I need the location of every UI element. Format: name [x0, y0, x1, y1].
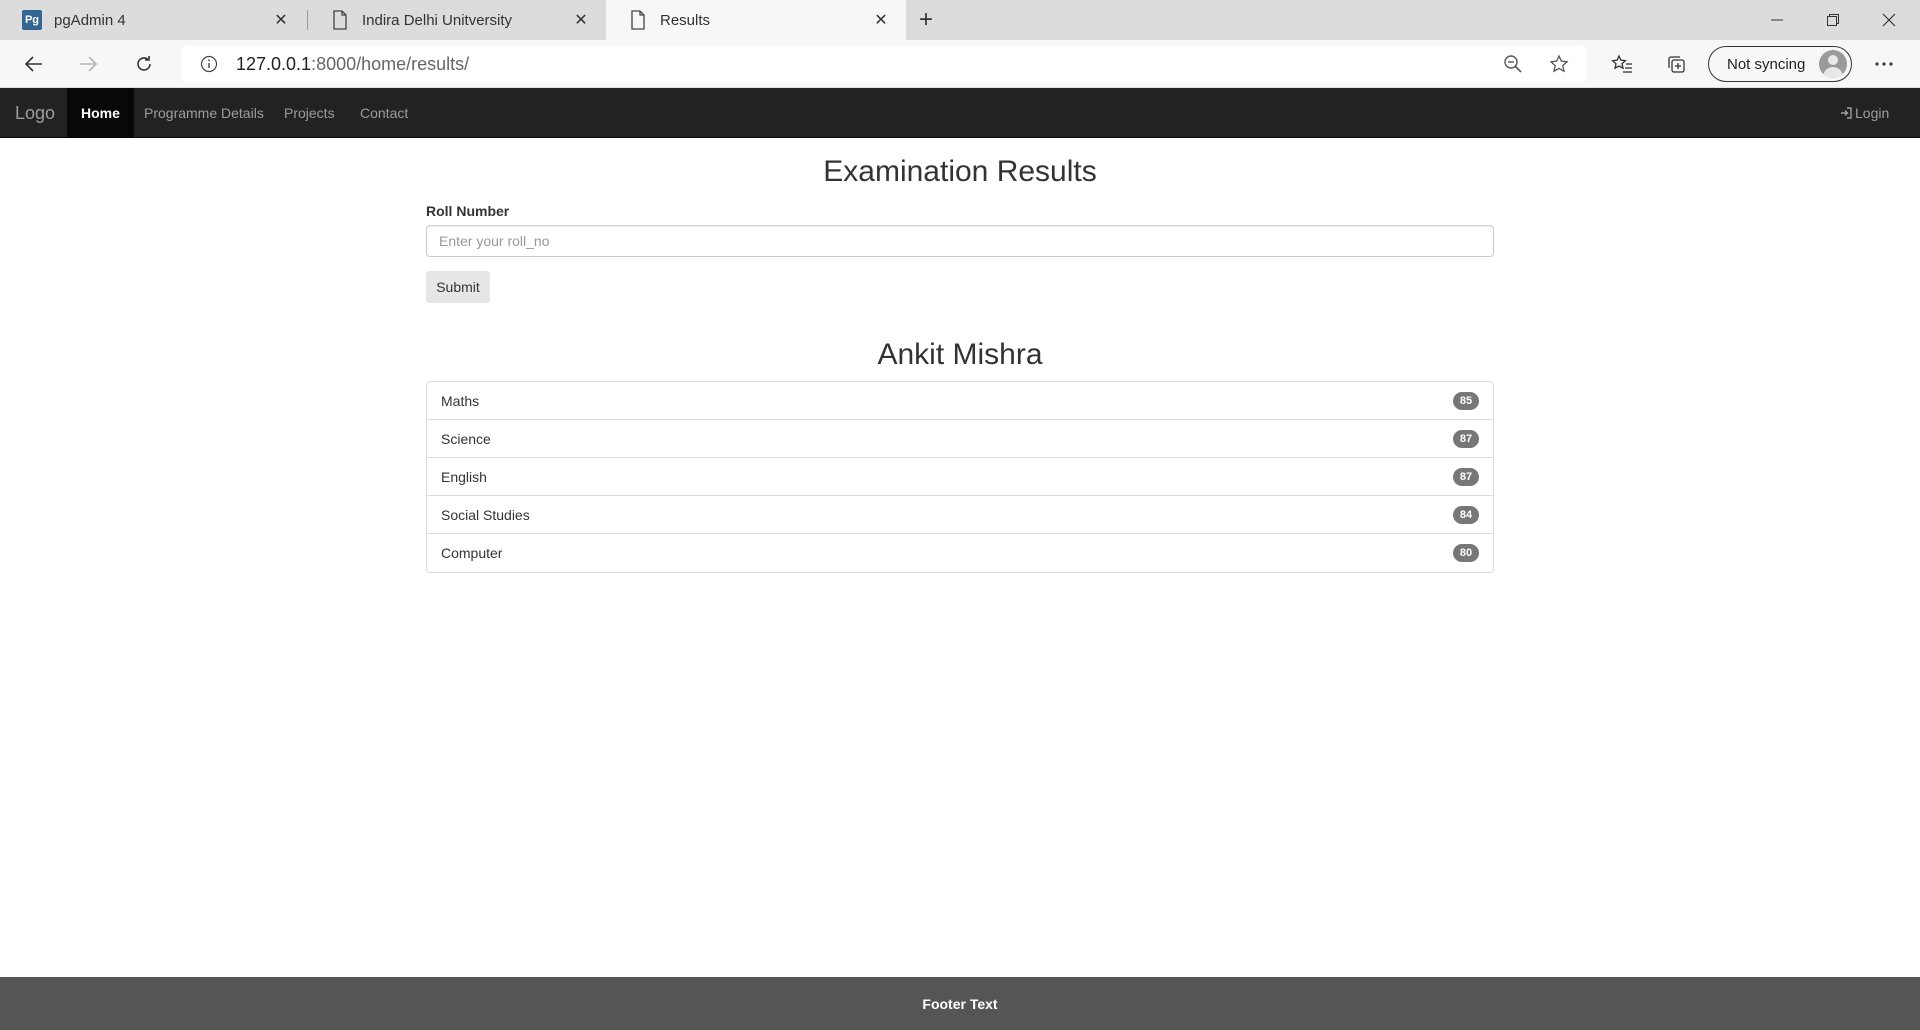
subject-name: English — [441, 468, 487, 485]
tab-title: Results — [660, 11, 711, 29]
zoom-icon[interactable] — [1500, 51, 1526, 77]
nav-programme-details[interactable]: Programme Details — [130, 88, 278, 138]
score-badge: 84 — [1453, 505, 1479, 524]
nav-contact[interactable]: Contact — [346, 88, 422, 138]
url-host: 127.0.0.1 — [236, 53, 312, 74]
subject-name: Maths — [441, 392, 480, 409]
main-container: Examination Results Roll Number Submit A… — [426, 138, 1494, 573]
list-item: Science 87 — [427, 420, 1493, 458]
profile-avatar-icon — [1819, 50, 1847, 78]
browser-tab-results[interactable]: Results ✕ — [606, 0, 906, 40]
list-item: Maths 85 — [427, 382, 1493, 420]
page-title: Examination Results — [823, 155, 1097, 188]
sync-label: Not syncing — [1727, 55, 1806, 73]
list-item: Social Studies 84 — [427, 496, 1493, 534]
score-badge: 87 — [1453, 429, 1479, 448]
nav-projects[interactable]: Projects — [270, 88, 349, 138]
login-icon — [1840, 107, 1852, 119]
minimize-icon[interactable] — [1754, 0, 1800, 40]
list-item: Computer 80 — [427, 534, 1493, 572]
login-link[interactable]: Login — [1840, 88, 1889, 138]
score-badge: 87 — [1453, 467, 1479, 486]
close-window-icon[interactable] — [1866, 0, 1912, 40]
submit-button[interactable]: Submit — [426, 271, 490, 303]
new-tab-icon[interactable]: + — [912, 6, 940, 34]
pgadmin-logo-icon: Pg — [22, 10, 42, 30]
score-badge: 80 — [1453, 544, 1479, 562]
tab-title: pgAdmin 4 — [54, 11, 126, 29]
restore-icon[interactable] — [1810, 0, 1856, 40]
collections-icon[interactable] — [1660, 48, 1692, 80]
page-icon — [628, 10, 648, 30]
site-info-icon[interactable] — [196, 51, 222, 77]
roll-number-label: Roll Number — [426, 203, 510, 219]
nav-home[interactable]: Home — [67, 88, 134, 138]
url-text: 127.0.0.1:8000/home/results/ — [236, 54, 469, 75]
close-icon[interactable]: ✕ — [570, 9, 592, 31]
back-arrow-icon[interactable] — [18, 48, 50, 80]
address-bar[interactable]: 127.0.0.1:8000/home/results/ — [182, 46, 1586, 82]
close-icon[interactable]: ✕ — [870, 9, 892, 31]
score-badge: 85 — [1453, 391, 1479, 410]
brand-logo[interactable]: Logo — [15, 88, 55, 138]
login-label: Login — [1855, 105, 1890, 121]
more-options-icon[interactable] — [1868, 48, 1900, 80]
page-icon — [330, 10, 350, 30]
favorites-list-icon[interactable] — [1606, 48, 1638, 80]
close-icon[interactable]: ✕ — [270, 9, 292, 31]
tab-title: Indira Delhi Unitversity — [362, 11, 513, 29]
site-navbar: Logo Home Programme Details Projects Con… — [0, 88, 1920, 138]
browser-tab-pgadmin[interactable]: Pg pgAdmin 4 ✕ — [0, 0, 306, 40]
subject-name: Social Studies — [441, 506, 530, 523]
forward-arrow-icon[interactable] — [72, 48, 104, 80]
subject-name: Computer — [441, 545, 503, 561]
results-list: Maths 85 Science 87 English 87 Social St… — [426, 381, 1494, 573]
roll-number-input[interactable] — [426, 225, 1494, 257]
browser-toolbar: 127.0.0.1:8000/home/results/ Not syncing — [0, 40, 1920, 88]
student-name: Ankit Mishra — [877, 338, 1043, 371]
browser-tab-strip: Pg pgAdmin 4 ✕ Indira Delhi Unitversity … — [0, 0, 1920, 40]
refresh-icon[interactable] — [128, 48, 160, 80]
subject-name: Science — [441, 430, 491, 447]
footer-text: Footer Text — [922, 995, 998, 1012]
sync-profile-button[interactable]: Not syncing — [1708, 46, 1852, 82]
browser-tab-university[interactable]: Indira Delhi Unitversity ✕ — [308, 0, 606, 40]
favorite-star-icon[interactable] — [1546, 51, 1572, 77]
url-path: :8000/home/results/ — [311, 53, 470, 74]
page-footer: Footer Text — [0, 977, 1920, 1030]
list-item: English 87 — [427, 458, 1493, 496]
